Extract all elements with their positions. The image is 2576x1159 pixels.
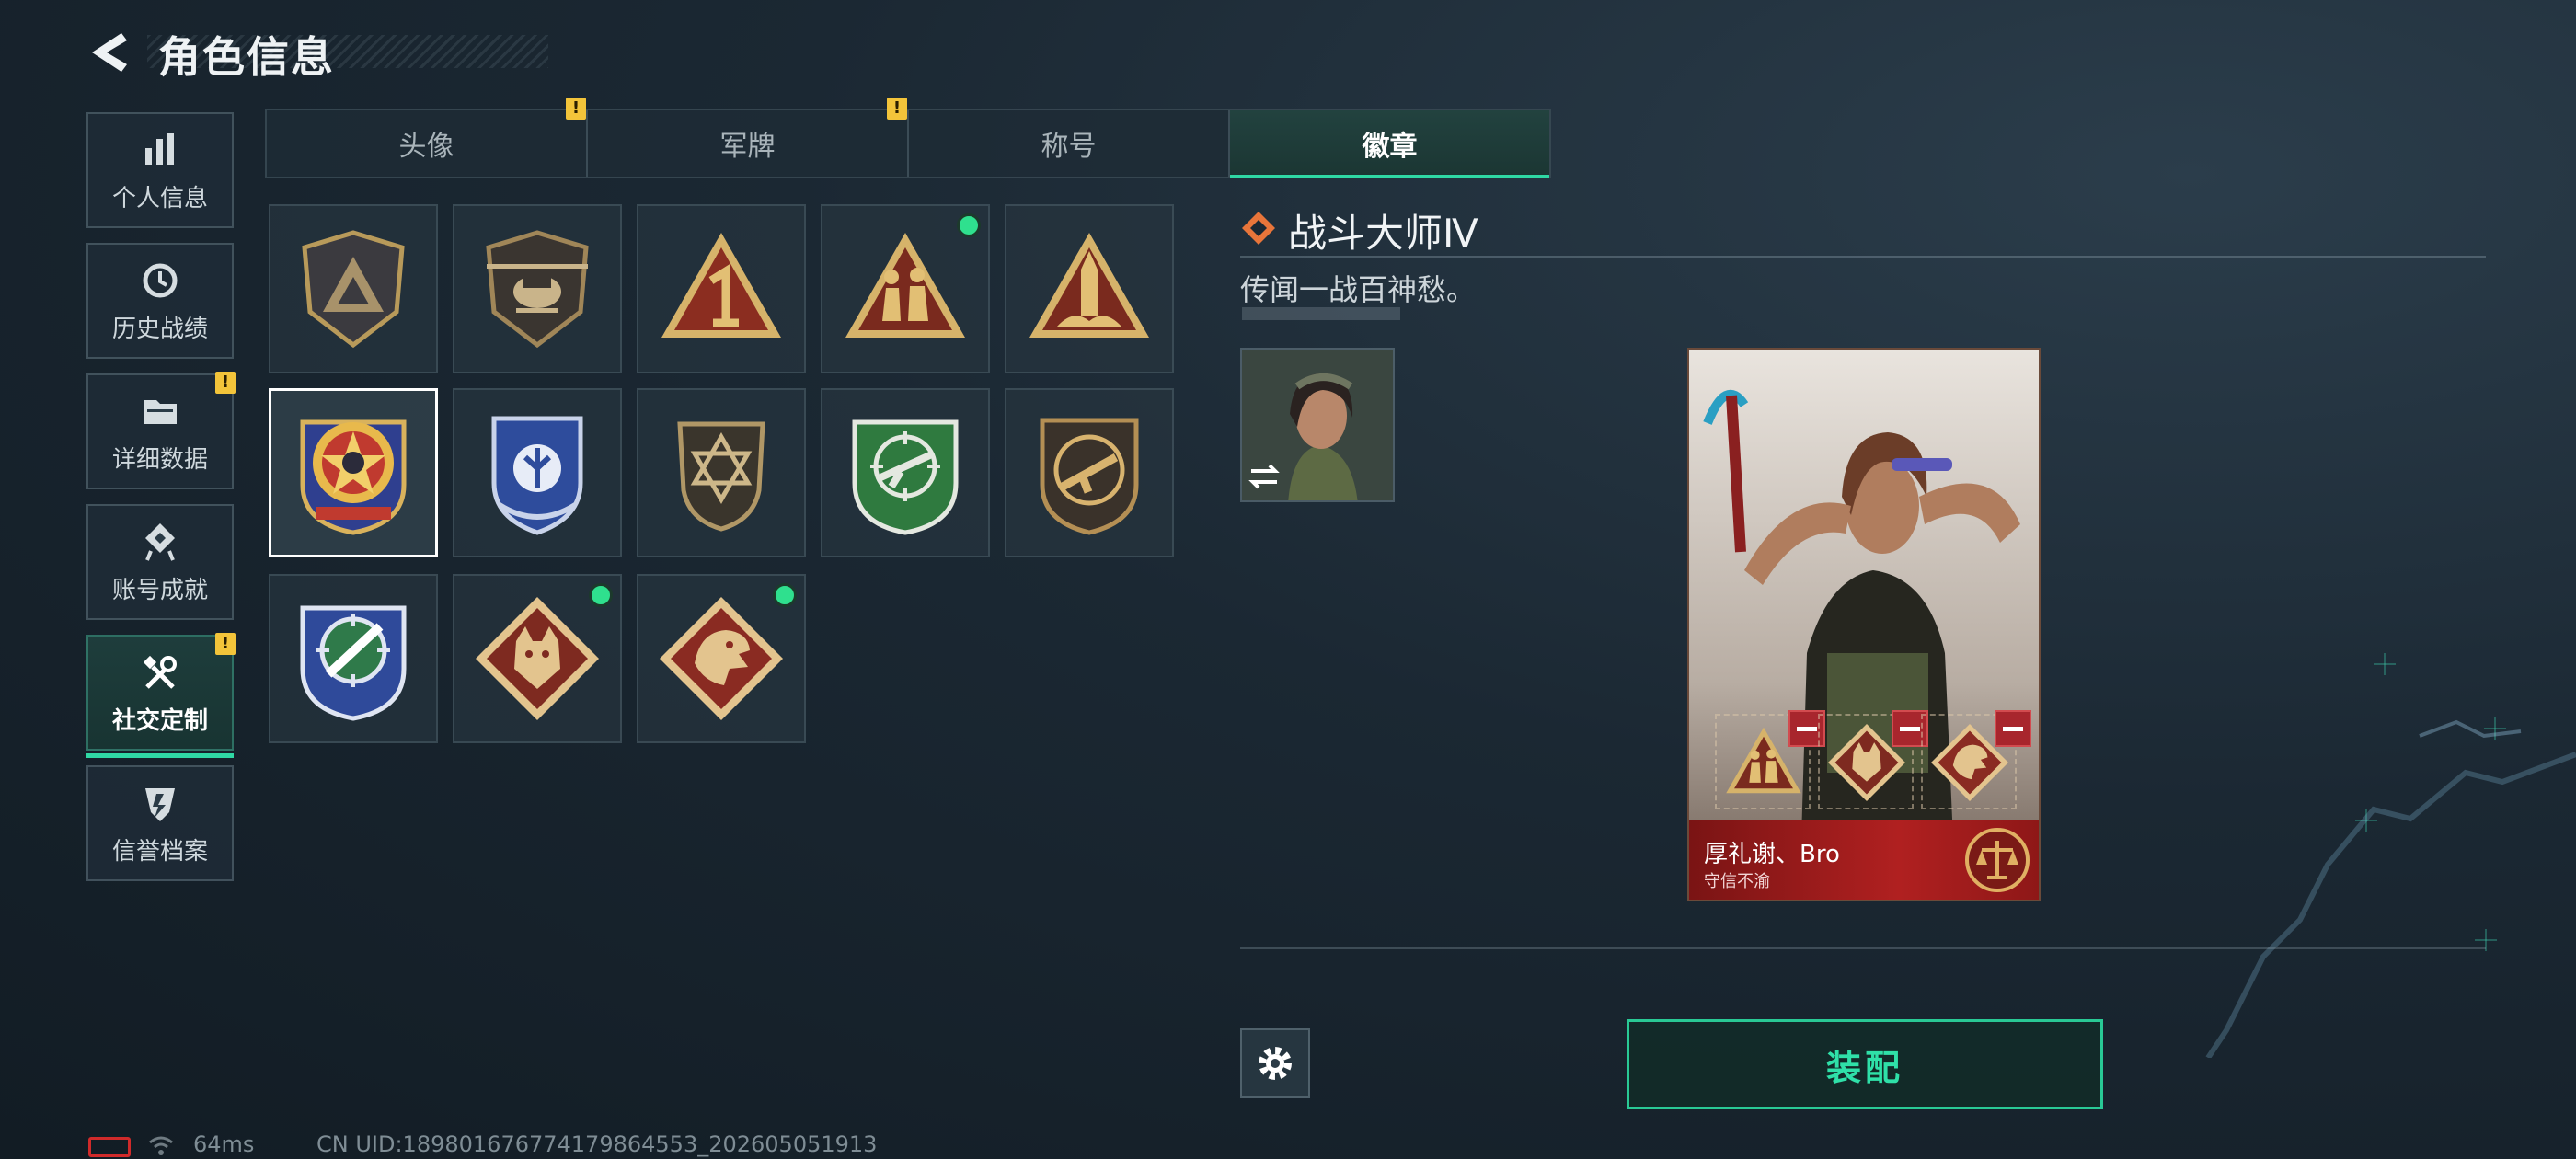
number-one-triangle-badge-icon — [661, 233, 781, 338]
tab-label: 称号 — [1041, 131, 1097, 163]
back-arrow-icon[interactable] — [85, 28, 134, 77]
blurred-text-placeholder — [1242, 307, 1400, 320]
dragon-diamond-badge-icon — [660, 597, 783, 720]
tab-label: 军牌 — [719, 131, 776, 163]
badge-item[interactable] — [453, 388, 622, 557]
triangle-insignia-badge-icon — [302, 230, 405, 349]
sidebar-item-personal-info[interactable]: 个人信息 — [86, 112, 234, 228]
helicopter-badge-icon — [486, 230, 589, 349]
badge-item[interactable] — [269, 204, 438, 373]
battery-icon — [88, 1137, 131, 1157]
star-shield-badge-icon — [300, 419, 407, 535]
blue-knife-target-badge-icon — [300, 605, 407, 721]
ping-readout: 64ms — [193, 1131, 255, 1157]
equip-button-label: 装配 — [1825, 1047, 1903, 1088]
equip-button[interactable]: 装配 — [1627, 1019, 2103, 1109]
tab-badge[interactable]: 徽章 — [1230, 110, 1549, 178]
folder-data-icon — [144, 399, 177, 424]
badge-item[interactable] — [637, 388, 806, 557]
badge-item[interactable] — [1005, 388, 1174, 557]
badge-item[interactable] — [453, 204, 622, 373]
new-indicator-dot — [773, 583, 797, 607]
new-indicator-dot — [957, 213, 981, 237]
sidebar-item-history-record[interactable]: 历史战绩 — [86, 243, 234, 359]
character-card-image — [1689, 350, 2039, 900]
credit-shield-icon — [145, 787, 175, 821]
history-clock-icon — [143, 263, 178, 297]
swap-arrows-icon[interactable] — [1246, 458, 1282, 495]
warning-badge: ! — [215, 372, 236, 394]
tab-label: 头像 — [398, 131, 454, 163]
warning-badge: ! — [887, 98, 907, 120]
remove-badge-button[interactable] — [1995, 710, 2031, 747]
sidebar-item-label: 个人信息 — [111, 184, 208, 212]
sidebar-item-label: 详细数据 — [111, 445, 208, 474]
sidebar-item-label: 社交定制 — [111, 706, 208, 735]
card-badge-slot[interactable] — [1921, 710, 2031, 809]
sidebar-item-detailed-data[interactable]: ! 详细数据 — [86, 372, 236, 489]
smg-shield-badge-icon — [1040, 418, 1139, 535]
card-badge-slot[interactable] — [1818, 710, 1928, 809]
settings-button[interactable] — [1240, 1028, 1310, 1098]
divider — [1240, 256, 2486, 258]
badge-item[interactable] — [1005, 204, 1174, 373]
tab-dog-tag[interactable]: 军牌 ! — [588, 98, 909, 177]
warning-badge: ! — [566, 98, 586, 120]
tab-avatar[interactable]: 头像 ! — [267, 98, 588, 177]
missile-triangle-badge-icon — [1029, 233, 1149, 338]
achievement-medal-icon — [145, 522, 175, 561]
badge-item[interactable] — [637, 204, 806, 373]
card-badge-slot[interactable] — [1715, 710, 1825, 809]
sidebar-item-label: 信誉档案 — [111, 837, 208, 866]
badge-item[interactable] — [453, 574, 622, 743]
tab-title[interactable]: 称号 — [909, 110, 1230, 177]
bar-chart-icon — [145, 132, 174, 165]
badge-item[interactable] — [637, 574, 806, 743]
badge-description: 传闻一战百神愁。 — [1240, 272, 1477, 307]
badge-item[interactable] — [269, 388, 438, 557]
player-motto: 守信不渝 — [1704, 872, 1770, 891]
divider — [1240, 947, 2486, 949]
tools-wrench-icon — [143, 655, 177, 689]
gear-icon — [1259, 1047, 1292, 1080]
minus-icon — [2003, 726, 2023, 731]
hexagram-shield-badge-icon — [677, 421, 765, 532]
new-indicator-dot — [589, 583, 613, 607]
orange-diamond-icon — [1242, 212, 1275, 245]
minus-icon — [1797, 726, 1817, 731]
tab-label: 徽章 — [1362, 131, 1418, 163]
active-indicator — [86, 753, 234, 758]
badge-item[interactable] — [821, 388, 990, 557]
player-name: 厚礼谢、Bro — [1704, 841, 1840, 868]
badge-name: 战斗大师Ⅳ — [1288, 211, 1478, 256]
sidebar-item-account-achievements[interactable]: 账号成就 — [86, 504, 234, 620]
warning-badge: ! — [215, 633, 236, 655]
soldiers-triangle-badge-icon — [845, 233, 965, 338]
badge-item[interactable] — [269, 574, 438, 743]
wifi-icon — [149, 1136, 173, 1155]
badge-item[interactable] — [821, 204, 990, 373]
minus-icon — [1900, 726, 1920, 731]
sidebar-item-credit-record[interactable]: 信誉档案 — [86, 765, 234, 881]
scales-emblem-icon — [1965, 828, 2030, 892]
blue-wing-shield-badge-icon — [491, 416, 583, 535]
character-card-preview: 厚礼谢、Bro 守信不渝 — [1687, 348, 2041, 901]
sidebar-item-label: 历史战绩 — [111, 315, 208, 343]
category-tabs: 头像 ! 军牌 ! 称号 徽章 — [265, 98, 1551, 178]
page-title: 角色信息 — [158, 32, 335, 82]
sidebar-item-social-customization[interactable]: ! 社交定制 — [86, 633, 236, 758]
card-footer: 厚礼谢、Bro 守信不渝 — [1689, 820, 2039, 900]
user-uid: CN UID:18980167677417986455­3_2026050519… — [316, 1131, 878, 1157]
wolf-diamond-badge-icon — [476, 597, 599, 720]
background-lightning — [2205, 719, 2576, 1058]
sidebar-item-label: 账号成就 — [111, 576, 208, 604]
green-rifle-target-badge-icon — [852, 419, 959, 535]
